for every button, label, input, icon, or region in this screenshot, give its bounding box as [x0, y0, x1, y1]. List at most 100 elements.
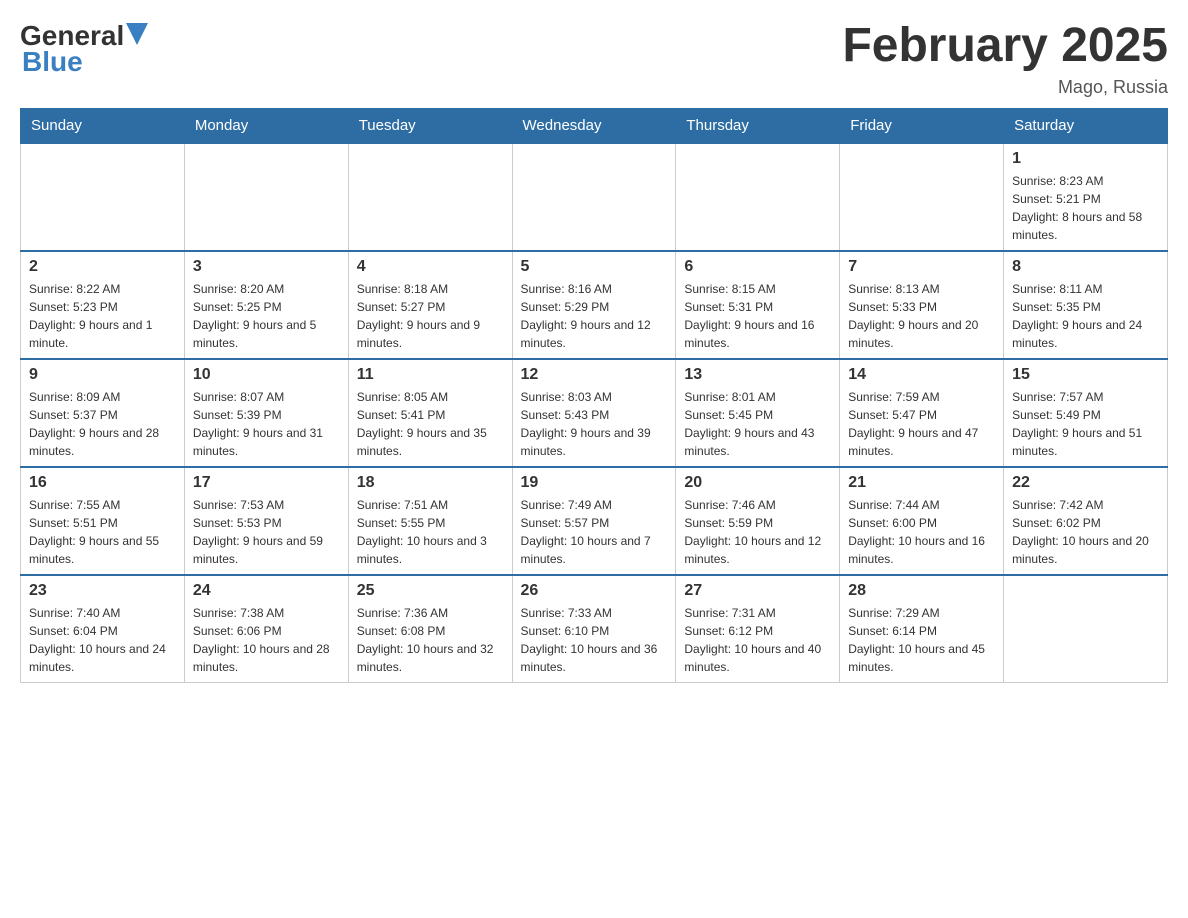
- day-number: 28: [848, 582, 995, 600]
- day-number: 7: [848, 258, 995, 276]
- day-number: 13: [684, 366, 831, 384]
- day-info: Sunrise: 8:22 AM Sunset: 5:23 PM Dayligh…: [29, 280, 176, 352]
- calendar-table: SundayMondayTuesdayWednesdayThursdayFrid…: [20, 108, 1168, 683]
- day-number: 17: [193, 474, 340, 492]
- calendar-cell: 10 Sunrise: 8:07 AM Sunset: 5:39 PM Dayli…: [184, 359, 348, 467]
- calendar-cell: 21 Sunrise: 7:44 AM Sunset: 6:00 PM Dayli…: [840, 467, 1004, 575]
- day-info: Sunrise: 8:23 AM Sunset: 5:21 PM Dayligh…: [1012, 172, 1159, 244]
- day-info: Sunrise: 7:44 AM Sunset: 6:00 PM Dayligh…: [848, 496, 995, 568]
- title-section: February 2025 Mago, Russia: [842, 20, 1168, 98]
- calendar-cell: [512, 143, 676, 251]
- day-info: Sunrise: 8:03 AM Sunset: 5:43 PM Dayligh…: [521, 388, 668, 460]
- day-info: Sunrise: 8:07 AM Sunset: 5:39 PM Dayligh…: [193, 388, 340, 460]
- day-header-sunday: Sunday: [21, 108, 185, 143]
- day-info: Sunrise: 8:13 AM Sunset: 5:33 PM Dayligh…: [848, 280, 995, 352]
- location: Mago, Russia: [842, 77, 1168, 98]
- day-number: 15: [1012, 366, 1159, 384]
- day-number: 1: [1012, 150, 1159, 168]
- calendar-cell: 18Sunrise: 7:51 AM Sunset: 5:55 PM Dayli…: [348, 467, 512, 575]
- calendar-cell: 5 Sunrise: 8:16 AM Sunset: 5:29 PM Daylig…: [512, 251, 676, 359]
- calendar-cell: 17 Sunrise: 7:53 AM Sunset: 5:53 PM Dayli…: [184, 467, 348, 575]
- day-info: Sunrise: 8:09 AM Sunset: 5:37 PM Dayligh…: [29, 388, 176, 460]
- calendar-week-1: 1 Sunrise: 8:23 AM Sunset: 5:21 PM Daylig…: [21, 143, 1168, 251]
- day-number: 16: [29, 474, 176, 492]
- day-info: Sunrise: 7:53 AM Sunset: 5:53 PM Dayligh…: [193, 496, 340, 568]
- day-number: 25: [357, 582, 504, 600]
- day-info: Sunrise: 7:55 AM Sunset: 5:51 PM Dayligh…: [29, 496, 176, 568]
- day-number: 9: [29, 366, 176, 384]
- calendar-cell: 27 Sunrise: 7:31 AM Sunset: 6:12 PM Dayli…: [676, 575, 840, 683]
- calendar-header-row: SundayMondayTuesdayWednesdayThursdayFrid…: [21, 108, 1168, 143]
- calendar-cell: [1004, 575, 1168, 683]
- day-header-thursday: Thursday: [676, 108, 840, 143]
- day-header-tuesday: Tuesday: [348, 108, 512, 143]
- month-title: February 2025: [842, 20, 1168, 73]
- day-number: 3: [193, 258, 340, 276]
- day-number: 27: [684, 582, 831, 600]
- day-number: 22: [1012, 474, 1159, 492]
- day-info: Sunrise: 7:59 AM Sunset: 5:47 PM Dayligh…: [848, 388, 995, 460]
- day-info: Sunrise: 7:38 AM Sunset: 6:06 PM Dayligh…: [193, 604, 340, 676]
- calendar-cell: 11 Sunrise: 8:05 AM Sunset: 5:41 PM Dayli…: [348, 359, 512, 467]
- day-header-monday: Monday: [184, 108, 348, 143]
- day-info: Sunrise: 8:20 AM Sunset: 5:25 PM Dayligh…: [193, 280, 340, 352]
- day-info: Sunrise: 7:51 AM Sunset: 5:55 PM Dayligh…: [357, 496, 504, 568]
- calendar-cell: 16 Sunrise: 7:55 AM Sunset: 5:51 PM Dayli…: [21, 467, 185, 575]
- calendar-cell: 7 Sunrise: 8:13 AM Sunset: 5:33 PM Daylig…: [840, 251, 1004, 359]
- calendar-week-4: 16 Sunrise: 7:55 AM Sunset: 5:51 PM Dayli…: [21, 467, 1168, 575]
- calendar-cell: [348, 143, 512, 251]
- day-number: 8: [1012, 258, 1159, 276]
- calendar-week-5: 23Sunrise: 7:40 AM Sunset: 6:04 PM Dayli…: [21, 575, 1168, 683]
- day-number: 21: [848, 474, 995, 492]
- day-number: 20: [684, 474, 831, 492]
- day-number: 23: [29, 582, 176, 600]
- day-info: Sunrise: 7:49 AM Sunset: 5:57 PM Dayligh…: [521, 496, 668, 568]
- day-info: Sunrise: 8:16 AM Sunset: 5:29 PM Dayligh…: [521, 280, 668, 352]
- day-info: Sunrise: 7:31 AM Sunset: 6:12 PM Dayligh…: [684, 604, 831, 676]
- calendar-cell: [184, 143, 348, 251]
- calendar-cell: 2Sunrise: 8:22 AM Sunset: 5:23 PM Daylig…: [21, 251, 185, 359]
- day-info: Sunrise: 8:15 AM Sunset: 5:31 PM Dayligh…: [684, 280, 831, 352]
- day-header-wednesday: Wednesday: [512, 108, 676, 143]
- day-info: Sunrise: 7:46 AM Sunset: 5:59 PM Dayligh…: [684, 496, 831, 568]
- calendar-week-2: 2Sunrise: 8:22 AM Sunset: 5:23 PM Daylig…: [21, 251, 1168, 359]
- day-header-saturday: Saturday: [1004, 108, 1168, 143]
- calendar-cell: 25Sunrise: 7:36 AM Sunset: 6:08 PM Dayli…: [348, 575, 512, 683]
- calendar-cell: 28Sunrise: 7:29 AM Sunset: 6:14 PM Dayli…: [840, 575, 1004, 683]
- calendar-cell: 12 Sunrise: 8:03 AM Sunset: 5:43 PM Dayli…: [512, 359, 676, 467]
- calendar-cell: 8 Sunrise: 8:11 AM Sunset: 5:35 PM Daylig…: [1004, 251, 1168, 359]
- calendar-cell: 9 Sunrise: 8:09 AM Sunset: 5:37 PM Daylig…: [21, 359, 185, 467]
- day-number: 19: [521, 474, 668, 492]
- day-info: Sunrise: 7:57 AM Sunset: 5:49 PM Dayligh…: [1012, 388, 1159, 460]
- calendar-cell: 20 Sunrise: 7:46 AM Sunset: 5:59 PM Dayli…: [676, 467, 840, 575]
- day-number: 14: [848, 366, 995, 384]
- logo-triangle-icon: [126, 23, 148, 45]
- logo: General Blue: [20, 20, 148, 78]
- page-header: General Blue February 2025 Mago, Russia: [20, 20, 1168, 98]
- calendar-cell: [840, 143, 1004, 251]
- day-number: 24: [193, 582, 340, 600]
- day-info: Sunrise: 8:01 AM Sunset: 5:45 PM Dayligh…: [684, 388, 831, 460]
- calendar-cell: 19 Sunrise: 7:49 AM Sunset: 5:57 PM Dayli…: [512, 467, 676, 575]
- day-number: 4: [357, 258, 504, 276]
- calendar-cell: 24 Sunrise: 7:38 AM Sunset: 6:06 PM Dayli…: [184, 575, 348, 683]
- calendar-cell: 3 Sunrise: 8:20 AM Sunset: 5:25 PM Daylig…: [184, 251, 348, 359]
- day-header-friday: Friday: [840, 108, 1004, 143]
- day-number: 12: [521, 366, 668, 384]
- day-info: Sunrise: 8:11 AM Sunset: 5:35 PM Dayligh…: [1012, 280, 1159, 352]
- calendar-cell: 4 Sunrise: 8:18 AM Sunset: 5:27 PM Daylig…: [348, 251, 512, 359]
- calendar-cell: [21, 143, 185, 251]
- day-info: Sunrise: 8:05 AM Sunset: 5:41 PM Dayligh…: [357, 388, 504, 460]
- day-number: 5: [521, 258, 668, 276]
- day-number: 26: [521, 582, 668, 600]
- calendar-cell: 14 Sunrise: 7:59 AM Sunset: 5:47 PM Dayli…: [840, 359, 1004, 467]
- logo-blue: Blue: [22, 46, 83, 78]
- calendar-cell: 15 Sunrise: 7:57 AM Sunset: 5:49 PM Dayli…: [1004, 359, 1168, 467]
- calendar-cell: 13 Sunrise: 8:01 AM Sunset: 5:45 PM Dayli…: [676, 359, 840, 467]
- day-info: Sunrise: 8:18 AM Sunset: 5:27 PM Dayligh…: [357, 280, 504, 352]
- day-number: 11: [357, 366, 504, 384]
- day-number: 10: [193, 366, 340, 384]
- calendar-cell: 22 Sunrise: 7:42 AM Sunset: 6:02 PM Dayli…: [1004, 467, 1168, 575]
- day-info: Sunrise: 7:42 AM Sunset: 6:02 PM Dayligh…: [1012, 496, 1159, 568]
- calendar-week-3: 9 Sunrise: 8:09 AM Sunset: 5:37 PM Daylig…: [21, 359, 1168, 467]
